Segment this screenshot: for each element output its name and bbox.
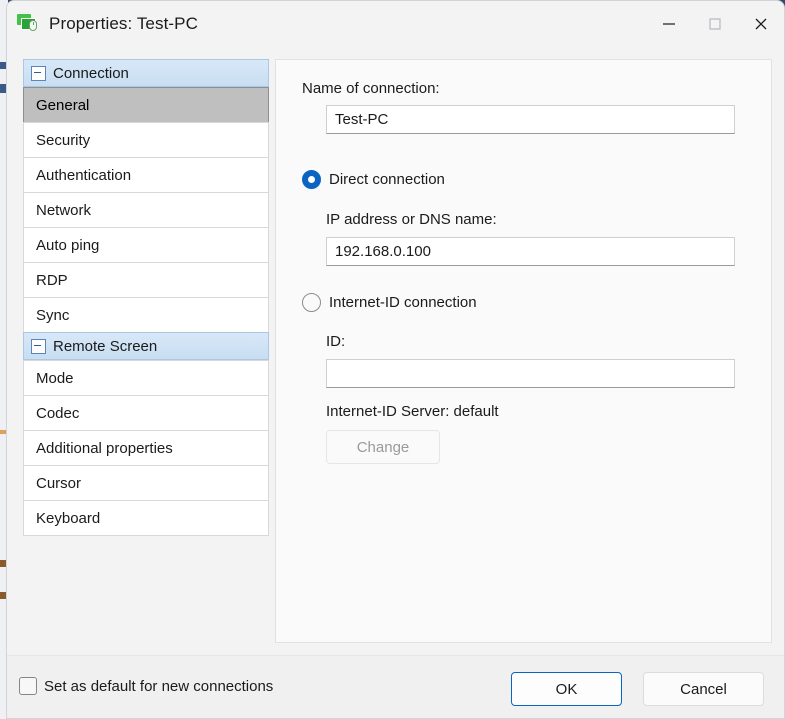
sidebar-item-cursor[interactable]: Cursor [23, 465, 269, 501]
sidebar-item-label: General [36, 98, 89, 113]
sidebar-group-remote-screen[interactable]: Remote Screen [23, 332, 269, 360]
sidebar-group-label: Connection [53, 66, 129, 81]
radio-selected-icon[interactable] [302, 170, 321, 189]
close-icon[interactable] [738, 1, 784, 46]
sidebar-item-authentication[interactable]: Authentication [23, 157, 269, 193]
set-as-default-checkbox-row[interactable]: Set as default for new connections [19, 677, 273, 695]
sidebar-item-codec[interactable]: Codec [23, 395, 269, 431]
window-controls [646, 1, 784, 46]
name-of-connection-label: Name of connection: [302, 80, 440, 97]
sidebar-item-network[interactable]: Network [23, 192, 269, 228]
maximize-icon[interactable] [692, 1, 738, 46]
window-title: Properties: Test-PC [49, 14, 198, 34]
sidebar-item-label: Mode [36, 371, 74, 386]
general-settings-panel: Name of connection: Direct connection IP… [275, 59, 772, 643]
ip-address-input[interactable] [326, 237, 735, 266]
sidebar-group-label: Remote Screen [53, 339, 157, 354]
sidebar-item-additional-properties[interactable]: Additional properties [23, 430, 269, 466]
set-as-default-label: Set as default for new connections [44, 678, 273, 695]
internet-id-connection-radio[interactable]: Internet-ID connection [302, 293, 477, 312]
sidebar-item-label: Sync [36, 308, 69, 323]
sidebar-item-keyboard[interactable]: Keyboard [23, 500, 269, 536]
id-label: ID: [326, 333, 345, 350]
dialog-footer: Set as default for new connections OK Ca… [7, 655, 784, 718]
sidebar-group-connection[interactable]: Connection [23, 59, 269, 87]
ok-button[interactable]: OK [511, 672, 622, 706]
sidebar-item-label: Additional properties [36, 441, 173, 456]
dialog-body: Connection General Security Authenticati… [7, 46, 784, 655]
sidebar-item-label: Security [36, 133, 90, 148]
change-server-button[interactable]: Change [326, 430, 440, 464]
ip-address-label: IP address or DNS name: [326, 211, 497, 228]
sidebar-item-label: Authentication [36, 168, 131, 183]
set-as-default-checkbox[interactable] [19, 677, 37, 695]
id-input[interactable] [326, 359, 735, 388]
connection-name-input[interactable] [326, 105, 735, 134]
sidebar-item-general[interactable]: General [23, 87, 269, 123]
collapse-minus-icon[interactable] [31, 339, 46, 354]
sidebar-item-label: Cursor [36, 476, 81, 491]
remote-screen-icon [17, 13, 39, 35]
settings-tree: Connection General Security Authenticati… [23, 59, 269, 535]
title-bar[interactable]: Properties: Test-PC [7, 1, 784, 46]
sidebar-item-label: Codec [36, 406, 79, 421]
sidebar-item-label: Network [36, 203, 91, 218]
sidebar-item-label: Keyboard [36, 511, 100, 526]
direct-connection-radio[interactable]: Direct connection [302, 170, 445, 189]
cancel-button[interactable]: Cancel [643, 672, 764, 706]
internet-id-connection-label: Internet-ID connection [329, 294, 477, 311]
minimize-icon[interactable] [646, 1, 692, 46]
sidebar-item-rdp[interactable]: RDP [23, 262, 269, 298]
properties-dialog: Properties: Test-PC Connection General [6, 0, 785, 719]
internet-id-server-text: Internet-ID Server: default [326, 403, 499, 420]
sidebar-item-label: RDP [36, 273, 68, 288]
collapse-minus-icon[interactable] [31, 66, 46, 81]
direct-connection-label: Direct connection [329, 171, 445, 188]
sidebar-item-mode[interactable]: Mode [23, 360, 269, 396]
sidebar-item-auto-ping[interactable]: Auto ping [23, 227, 269, 263]
radio-unselected-icon[interactable] [302, 293, 321, 312]
sidebar-item-label: Auto ping [36, 238, 99, 253]
sidebar-item-sync[interactable]: Sync [23, 297, 269, 333]
sidebar-item-security[interactable]: Security [23, 122, 269, 158]
